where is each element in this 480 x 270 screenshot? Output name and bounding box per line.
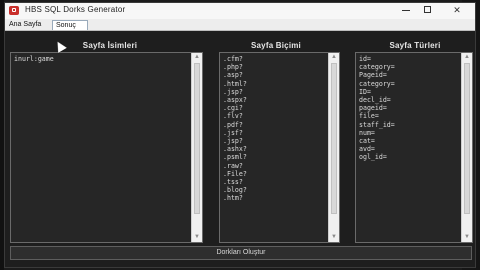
list-line: .psml? [223,153,247,162]
list-line: decl_id= [359,96,391,105]
page-types-lines: id= category= Pageid= category= ID= decl_id= p… [359,55,395,162]
list-line: .asp? [223,71,243,80]
list-line: .ashx? [223,145,247,154]
list-line: .File? [223,169,247,178]
app-window: HBS SQL Dorks Generator ✕ Ana Sayfa Sonu… [4,2,476,268]
list-line: ID= [359,87,371,96]
list-line: Pageid= [359,71,387,80]
generate-dorks-button[interactable]: Dorkları Oluştur [10,246,472,260]
maximize-icon[interactable] [417,3,439,18]
page-names-list[interactable]: inurl:game ▲ ▼ [10,52,203,243]
list-line: category= [359,79,395,88]
scroll-up-icon[interactable]: ▲ [462,53,472,62]
page-format-title: Sayfa Biçimi [251,41,301,50]
list-line: .html? [223,79,247,88]
list-line: .jsp? [223,87,243,96]
list-line: category= [359,63,395,72]
scroll-thumb[interactable] [464,63,470,215]
tab-sonuc[interactable]: Sonuç [52,20,88,30]
list-line: num= [359,128,375,137]
list-line: .jsf? [223,128,243,137]
list-line: avd= [359,145,375,154]
minimize-icon[interactable] [395,3,417,18]
list-line: .flv? [223,112,243,121]
scroll-up-icon[interactable]: ▲ [329,53,339,62]
list-line: .tss? [223,178,243,187]
scroll-thumb[interactable] [331,63,337,215]
scroll-down-icon[interactable]: ▼ [462,233,472,242]
list-line: pageid= [359,104,387,113]
title-bar[interactable]: HBS SQL Dorks Generator ✕ [5,3,475,20]
page-format-scrollbar[interactable]: ▲ ▼ [328,53,339,242]
page-format-lines: .cfm? .php? .asp? .html? .jsp? .aspx? .cgi? .fl… [223,55,247,203]
app-icon [9,6,19,15]
list-line: .blog? [223,186,247,195]
page-format-list[interactable]: .cfm? .php? .asp? .html? .jsp? .aspx? .cgi? .fl… [219,52,340,243]
list-line: .htm? [223,194,243,203]
scroll-down-icon[interactable]: ▼ [192,233,202,242]
window-title: HBS SQL Dorks Generator [25,5,126,14]
page-types-scrollbar[interactable]: ▲ ▼ [461,53,472,242]
list-line: .cgi? [223,104,243,113]
page-names-lines: inurl:game [14,55,54,63]
close-icon[interactable]: ✕ [443,3,471,18]
scroll-thumb[interactable] [194,63,200,215]
scroll-up-icon[interactable]: ▲ [192,53,202,62]
results-panel: Sayfa İsimleri Sayfa Biçimi Sayfa Türler… [5,31,475,267]
list-line: ogl_id= [359,153,387,162]
list-line: file= [359,112,379,121]
list-line: .pdf? [223,120,243,129]
list-line: staff_id= [359,120,395,129]
list-line: .aspx? [223,96,247,105]
page-types-title: Sayfa Türleri [389,41,441,50]
list-line: .raw? [223,161,243,170]
list-line: .jsp? [223,137,243,146]
list-line: cat= [359,137,375,146]
list-line: inurl:game [14,55,54,63]
tab-strip: Ana Sayfa Sonuç [5,19,475,31]
list-line: .php? [223,63,243,72]
tab-ana-sayfa[interactable]: Ana Sayfa [6,20,51,30]
list-line: id= [359,55,371,63]
page-names-scrollbar[interactable]: ▲ ▼ [191,53,202,242]
scroll-down-icon[interactable]: ▼ [329,233,339,242]
list-line: .cfm? [223,55,243,63]
page-types-list[interactable]: id= category= Pageid= category= ID= decl_id= p… [355,52,473,243]
